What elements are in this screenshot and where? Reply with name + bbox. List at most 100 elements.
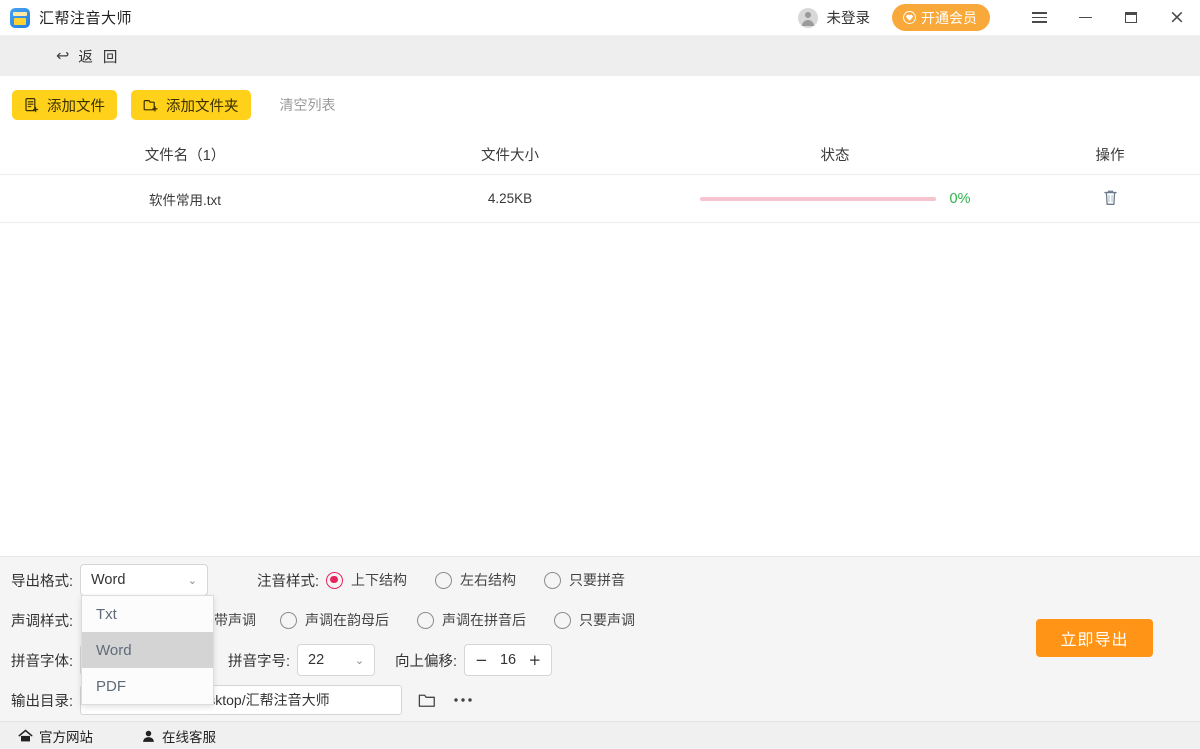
chevron-down-icon: ⌄: [187, 573, 197, 587]
dropdown-option-txt[interactable]: Txt: [82, 596, 213, 632]
offset-decrement-button[interactable]: −: [475, 652, 488, 668]
back-button[interactable]: ↩ 返 回: [56, 46, 120, 67]
browse-folder-button[interactable]: [418, 692, 437, 709]
add-folder-button[interactable]: 添加文件夹: [131, 90, 251, 120]
radio-tone-after-final[interactable]: 声调在韵母后: [280, 610, 389, 630]
column-header-filename: 文件名（1）: [144, 147, 226, 164]
title-bar-controls: 未登录 开通会员 ×: [797, 0, 1200, 36]
application-window: 汇帮注音大师 未登录 开通会员 × ↩ 返 回 添加文件 添加文件夹 清空列表 …: [0, 0, 1200, 749]
home-icon: [18, 729, 33, 741]
official-website-label: 官方网站: [39, 729, 93, 745]
file-list-empty-area: [0, 223, 1200, 556]
export-format-dropdown-menu[interactable]: Txt Word PDF: [81, 595, 214, 705]
export-now-button[interactable]: 立即导出: [1036, 619, 1153, 657]
radio-tone-after-final-label: 声调在韵母后: [305, 612, 389, 628]
offset-up-value: 16: [499, 652, 517, 668]
add-file-button[interactable]: 添加文件: [12, 90, 117, 120]
add-folder-icon: [143, 100, 158, 112]
vip-upgrade-button[interactable]: 开通会员: [892, 4, 990, 31]
vip-upgrade-label: 开通会员: [921, 9, 977, 26]
delete-row-button[interactable]: [1102, 188, 1119, 210]
radio-annotation-vertical-label: 上下结构: [351, 572, 407, 588]
pinyin-font-label: 拼音字体:: [10, 653, 73, 670]
radio-annotation-horizontal-label: 左右结构: [460, 572, 516, 588]
table-row[interactable]: 软件常用.txt 4.25KB 0%: [0, 175, 1200, 223]
export-format-value: Word: [91, 572, 126, 588]
chevron-down-icon: ⌄: [354, 653, 365, 667]
app-logo-icon: [10, 7, 30, 28]
more-options-button[interactable]: [453, 696, 473, 704]
more-horizontal-icon: [454, 698, 472, 702]
radio-annotation-vertical[interactable]: 上下结构: [326, 570, 407, 590]
radio-annotation-horizontal[interactable]: 左右结构: [435, 570, 516, 590]
trash-icon: [1103, 190, 1117, 205]
heart-icon: [903, 11, 916, 24]
dropdown-option-word[interactable]: Word: [82, 632, 213, 668]
column-header-status: 状态: [820, 147, 850, 164]
back-button-label: 返 回: [78, 49, 121, 66]
progress-percent-label: 0%: [949, 190, 971, 207]
cell-status: 0%: [650, 191, 1020, 207]
settings-row-export-format: 导出格式: Word ⌄ 注音样式: 上下结构 左右结构 只要拼音: [0, 560, 1200, 600]
back-bar: ↩ 返 回: [0, 36, 1200, 76]
cell-filesize: 4.25KB: [487, 191, 533, 206]
minimize-icon: [1078, 16, 1092, 19]
offset-up-label: 向上偏移:: [395, 653, 458, 670]
annotation-style-radio-group: 上下结构 左右结构 只要拼音: [326, 570, 653, 590]
offset-increment-button[interactable]: +: [528, 652, 541, 668]
close-button[interactable]: ×: [1154, 0, 1200, 36]
radio-dot-icon: [544, 571, 561, 589]
radio-tone-only[interactable]: 只要声调: [554, 610, 635, 630]
close-icon: ×: [1169, 6, 1185, 28]
radio-dot-icon: [417, 611, 434, 629]
file-table-header: 文件名（1） 文件大小 状态 操作: [0, 134, 1200, 175]
pinyin-size-select[interactable]: 22 ⌄: [297, 644, 376, 676]
offset-up-stepper[interactable]: − 16 +: [464, 644, 553, 676]
user-account-button[interactable]: 未登录: [797, 7, 871, 28]
radio-tone-after-pinyin[interactable]: 声调在拼音后: [417, 610, 526, 630]
online-support-link[interactable]: 在线客服: [141, 726, 216, 746]
official-website-link[interactable]: 官方网站: [18, 726, 93, 746]
back-arrow-icon: ↩: [56, 46, 70, 65]
user-login-label: 未登录: [826, 11, 871, 27]
radio-tone-only-label: 只要声调: [579, 612, 635, 628]
title-bar: 汇帮注音大师 未登录 开通会员 ×: [0, 0, 1200, 36]
clear-list-button[interactable]: 清空列表: [280, 95, 336, 115]
hamburger-menu-button[interactable]: [1016, 0, 1062, 36]
radio-dot-selected-icon: [326, 571, 343, 589]
online-support-label: 在线客服: [162, 729, 216, 745]
radio-dot-icon: [554, 611, 571, 629]
column-header-filesize: 文件大小: [481, 147, 539, 164]
pinyin-size-value: 22: [308, 652, 325, 668]
radio-dot-icon: [435, 571, 452, 589]
tone-style-label: 声调样式:: [10, 613, 73, 630]
add-folder-label: 添加文件夹: [166, 98, 239, 115]
output-dir-label: 输出目录:: [10, 693, 73, 710]
radio-dot-icon: [280, 611, 297, 629]
radio-annotation-pinyin-only-label: 只要拼音: [569, 572, 625, 588]
avatar: [797, 7, 818, 28]
maximize-button[interactable]: [1108, 0, 1154, 36]
tone-style-radio-group: 不带声调 声调在韵母后 声调在拼音后 只要声调: [200, 610, 663, 630]
folder-open-icon: [418, 694, 435, 707]
status-bar: 官方网站 在线客服: [0, 721, 1200, 749]
column-header-action: 操作: [1095, 147, 1125, 164]
minimize-button[interactable]: [1062, 0, 1108, 36]
add-file-icon: [25, 98, 39, 113]
annotation-style-label: 注音样式:: [256, 573, 319, 590]
app-title: 汇帮注音大师: [39, 10, 133, 27]
hamburger-menu-icon: [1031, 12, 1047, 23]
radio-annotation-pinyin-only[interactable]: 只要拼音: [544, 570, 625, 590]
dropdown-option-pdf[interactable]: PDF: [82, 668, 213, 704]
export-format-label: 导出格式:: [10, 573, 73, 590]
radio-tone-after-pinyin-label: 声调在拼音后: [442, 612, 526, 628]
cell-filename: 软件常用.txt: [148, 192, 221, 208]
cell-action: [1020, 188, 1200, 210]
pinyin-size-label: 拼音字号:: [228, 653, 291, 670]
progress-bar: [699, 196, 936, 201]
add-file-label: 添加文件: [47, 98, 105, 115]
file-toolbar: 添加文件 添加文件夹 清空列表: [0, 76, 1200, 134]
export-format-select[interactable]: Word ⌄: [80, 564, 208, 596]
maximize-icon: [1125, 12, 1137, 23]
customer-service-icon: [143, 730, 154, 742]
